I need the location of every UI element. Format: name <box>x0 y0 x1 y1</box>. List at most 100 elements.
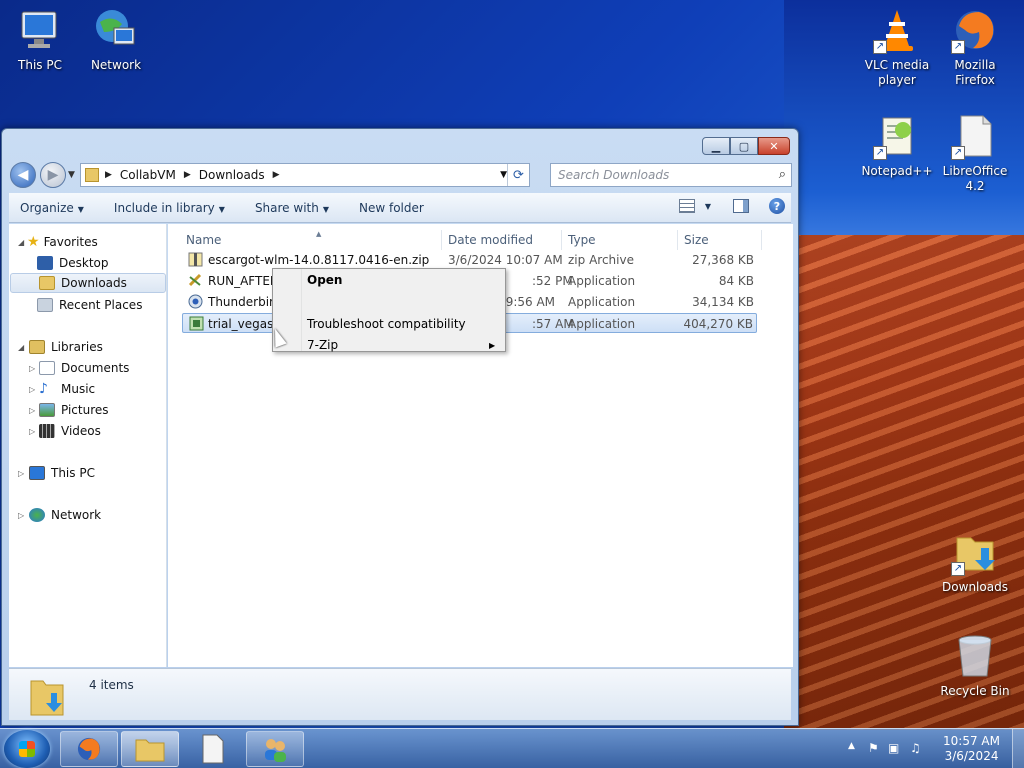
nav-network[interactable]: Network <box>29 505 101 525</box>
expand-libraries-icon[interactable]: ◢ <box>18 343 24 352</box>
expand-icon[interactable]: ▷ <box>29 385 35 394</box>
change-view-icon[interactable] <box>678 199 695 213</box>
minimize-button[interactable]: ▁ <box>702 137 730 155</box>
explorer-window: ▁ ▢ ✕ ◀ ▶ ▼ ▶ CollabVM ▶ Downloads ▶ ▼ ⟳… <box>1 128 799 726</box>
forward-button[interactable]: ▶ <box>40 162 66 188</box>
item-count: 4 items <box>89 678 134 692</box>
star-icon: ★ <box>27 234 40 250</box>
view-options-dropdown-icon[interactable]: ▼ <box>705 202 711 211</box>
recent-pages-dropdown[interactable]: ▼ <box>68 170 75 180</box>
search-icon[interactable]: ⌕ <box>779 167 786 182</box>
organize-button[interactable]: Organize ▼ <box>9 201 96 215</box>
file-row[interactable]: escargot-wlm-14.0.8117.0416-en.zip 3/6/2… <box>182 250 757 270</box>
network-globe-icon <box>29 508 45 522</box>
menu-item-open[interactable]: Open <box>307 273 342 287</box>
action-center-flag-icon[interactable]: ⚑ <box>868 741 879 755</box>
help-icon[interactable]: ? <box>769 198 785 214</box>
start-button[interactable] <box>4 730 50 768</box>
show-hidden-icons[interactable]: ▲ <box>848 741 855 751</box>
desktop-icon-vlc[interactable]: ↗ VLC media player <box>857 6 937 88</box>
menu-item-7zip[interactable]: 7-Zip ▶ <box>307 338 495 352</box>
breadcrumb-collabvm[interactable]: CollabVM <box>120 168 176 182</box>
nav-label: Libraries <box>51 340 103 354</box>
close-button[interactable]: ✕ <box>758 137 790 155</box>
column-header-type[interactable]: Type <box>562 230 678 250</box>
desktop-icon-recycle-bin[interactable]: Recycle Bin <box>935 632 1015 699</box>
include-in-library-label: Include in library <box>113 200 215 215</box>
breadcrumb-chevron-icon[interactable]: ▶ <box>273 170 280 180</box>
column-header-size[interactable]: Size <box>678 230 762 250</box>
menu-label: 7-Zip <box>307 338 339 352</box>
volume-icon[interactable]: ♫ <box>910 741 921 755</box>
file-size: 27,368 KB <box>692 253 754 267</box>
computer-icon <box>16 6 64 54</box>
clock-date: 3/6/2024 <box>944 749 999 763</box>
menu-item-troubleshoot[interactable]: Troubleshoot compatibility <box>307 317 466 331</box>
desktop-icon-label: Mozilla Firefox <box>954 58 996 87</box>
desktop-icon-downloads[interactable]: ↗ Downloads <box>935 528 1015 595</box>
expand-icon[interactable]: ▷ <box>18 469 24 478</box>
taskbar-explorer[interactable] <box>121 731 179 767</box>
nav-pictures[interactable]: Pictures <box>39 400 109 420</box>
nav-label: Favorites <box>43 235 98 249</box>
recycle-bin-icon <box>951 632 999 680</box>
nav-favorites[interactable]: ★ Favorites <box>27 232 98 252</box>
nav-this-pc[interactable]: This PC <box>29 463 95 483</box>
preview-pane-icon[interactable] <box>733 199 749 213</box>
nav-desktop[interactable]: Desktop <box>37 253 109 273</box>
nav-label: Recent Places <box>59 298 143 312</box>
column-header-date[interactable]: Date modified <box>442 230 562 250</box>
expand-icon[interactable]: ▷ <box>18 511 24 520</box>
installer-icon <box>189 316 204 331</box>
breadcrumb-downloads[interactable]: Downloads <box>199 168 265 182</box>
menu-label: Troubleshoot compatibility <box>307 317 466 331</box>
new-folder-button[interactable]: New folder <box>341 201 436 215</box>
nav-label: This PC <box>51 466 95 480</box>
downloads-folder-icon: ↗ <box>951 528 999 576</box>
breadcrumb-chevron-icon[interactable]: ▶ <box>105 170 112 180</box>
nav-downloads[interactable]: Downloads <box>10 273 166 293</box>
refresh-button[interactable]: ⟳ <box>507 164 529 186</box>
nav-label: Network <box>51 508 102 522</box>
nav-videos[interactable]: Videos <box>39 421 101 441</box>
share-with-button[interactable]: Share with ▼ <box>237 201 341 215</box>
address-bar[interactable]: ▶ CollabVM ▶ Downloads ▶ ▼ ⟳ <box>80 163 530 187</box>
system-clock[interactable]: 10:57 AM 3/6/2024 <box>943 734 1000 764</box>
zip-archive-icon <box>188 252 203 267</box>
nav-label: Desktop <box>59 256 109 270</box>
chevron-down-icon: ▼ <box>322 204 329 214</box>
network-status-icon[interactable]: ▣ <box>888 741 899 755</box>
desktop-icon-firefox[interactable]: ↗ Mozilla Firefox <box>935 6 1015 88</box>
expand-icon[interactable]: ▷ <box>29 364 35 373</box>
taskbar-document[interactable] <box>184 731 242 767</box>
nav-libraries[interactable]: Libraries <box>29 337 103 357</box>
taskbar-program-compatibility[interactable] <box>246 731 304 767</box>
breadcrumb-chevron-icon[interactable]: ▶ <box>184 170 191 180</box>
maximize-button[interactable]: ▢ <box>730 137 758 155</box>
expand-favorites-icon[interactable]: ◢ <box>18 238 24 247</box>
shortcut-arrow-icon: ↗ <box>873 146 887 160</box>
desktop-icon-notepadpp[interactable]: ↗ Notepad++ <box>857 112 937 179</box>
back-button[interactable]: ◀ <box>10 162 36 188</box>
desktop-icon-libreoffice[interactable]: ↗ LibreOffice 4.2 <box>935 112 1015 194</box>
desktop-icon-this-pc[interactable]: This PC <box>0 6 80 73</box>
taskbar-firefox[interactable] <box>60 731 118 767</box>
include-in-library-button[interactable]: Include in library ▼ <box>96 201 237 215</box>
desktop-icon-label: LibreOffice 4.2 <box>942 164 1008 193</box>
address-dropdown-icon[interactable]: ▼ <box>500 170 507 180</box>
nav-recent-places[interactable]: Recent Places <box>37 295 142 315</box>
document-icon <box>202 734 224 764</box>
show-desktop-button[interactable] <box>1012 729 1024 768</box>
desktop-icon-network[interactable]: Network <box>76 6 156 73</box>
nav-documents[interactable]: Documents <box>39 358 129 378</box>
nav-music[interactable]: ♪ Music <box>39 379 95 399</box>
column-header-name[interactable]: Name ▲ <box>180 230 442 250</box>
expand-icon[interactable]: ▷ <box>29 427 35 436</box>
expand-icon[interactable]: ▷ <box>29 406 35 415</box>
details-pane: 4 items <box>9 668 791 720</box>
search-input[interactable]: Search Downloads ⌕ <box>550 163 792 187</box>
downloads-folder-icon <box>85 168 99 182</box>
thunderbird-setup-icon <box>188 294 203 309</box>
shortcut-arrow-icon: ↗ <box>873 40 887 54</box>
nav-label: Pictures <box>61 403 109 417</box>
